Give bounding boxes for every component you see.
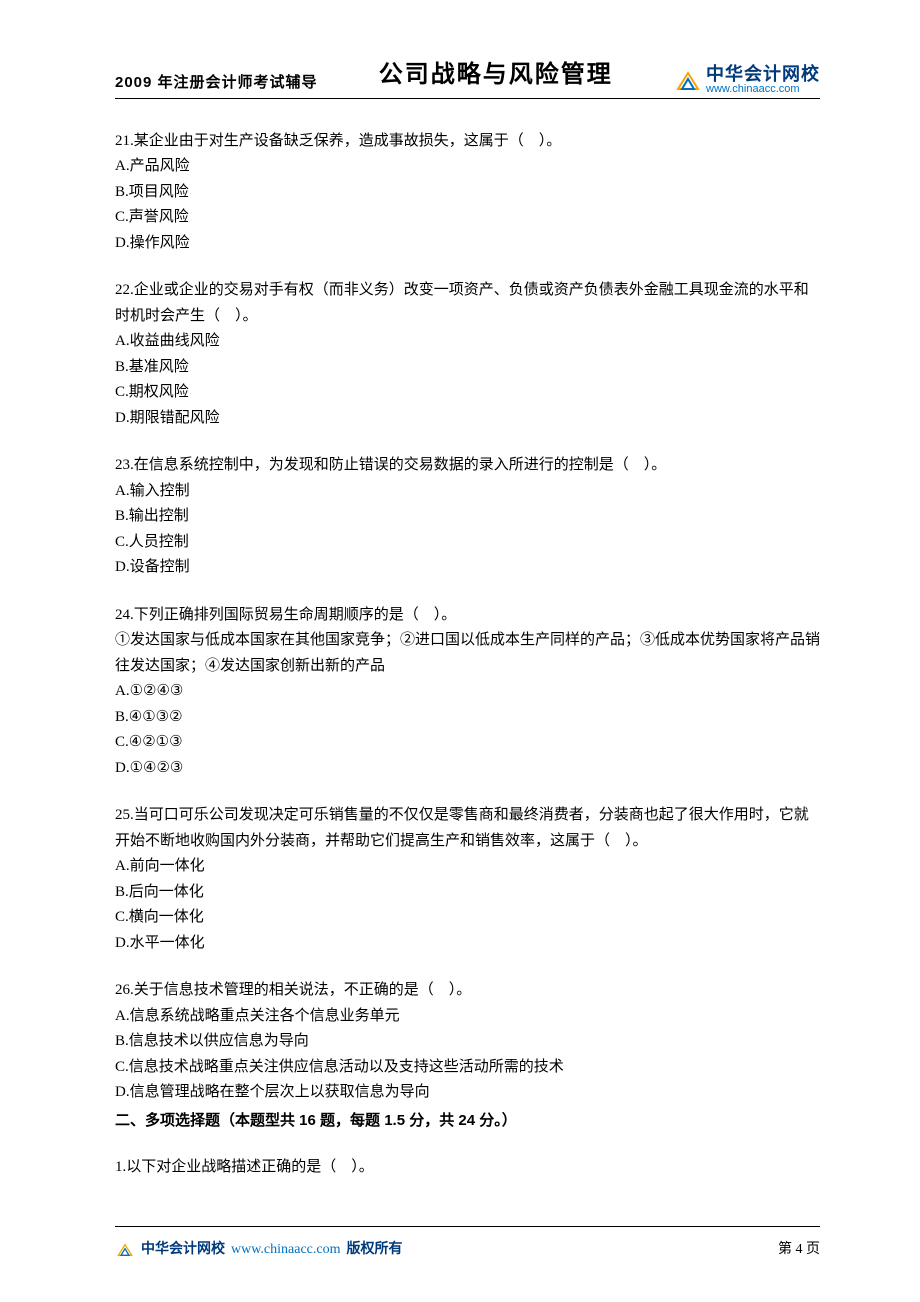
section2-question-1: 1.以下对企业战略描述正确的是（ ）。	[115, 1155, 820, 1181]
question-option: B.信息技术以供应信息为导向	[115, 1029, 820, 1055]
question-option: A.输入控制	[115, 479, 820, 505]
question-stem: 25.当可口可乐公司发现决定可乐销售量的不仅仅是零售商和最终消费者，分装商也起了…	[115, 803, 820, 854]
header-left-text: 2009 年注册会计师考试辅导	[115, 70, 318, 96]
question-23: 23.在信息系统控制中，为发现和防止错误的交易数据的录入所进行的控制是（ ）。 …	[115, 453, 820, 581]
question-option: B.项目风险	[115, 180, 820, 206]
footer-url: www.chinaacc.com	[231, 1238, 340, 1262]
question-extra: ①发达国家与低成本国家在其他国家竞争；②进口国以低成本生产同样的产品；③低成本优…	[115, 628, 820, 679]
question-option: D.信息管理战略在整个层次上以获取信息为导向	[115, 1080, 820, 1106]
question-option: C.横向一体化	[115, 905, 820, 931]
footer-name: 中华会计网校	[141, 1238, 225, 1262]
question-option: D.期限错配风险	[115, 406, 820, 432]
question-option: D.设备控制	[115, 555, 820, 581]
question-option: B.④①③②	[115, 705, 820, 731]
question-option: C.④②①③	[115, 730, 820, 756]
question-option: D.水平一体化	[115, 931, 820, 957]
question-24: 24.下列正确排列国际贸易生命周期顺序的是（ ）。 ①发达国家与低成本国家在其他…	[115, 603, 820, 782]
question-option: B.后向一体化	[115, 880, 820, 906]
question-stem: 24.下列正确排列国际贸易生命周期顺序的是（ ）。	[115, 603, 820, 629]
page-number: 第 4 页	[778, 1238, 820, 1262]
question-26: 26.关于信息技术管理的相关说法，不正确的是（ ）。 A.信息系统战略重点关注各…	[115, 978, 820, 1106]
question-option: C.期权风险	[115, 380, 820, 406]
question-option: B.输出控制	[115, 504, 820, 530]
question-option: D.操作风险	[115, 231, 820, 257]
question-option: C.信息技术战略重点关注供应信息活动以及支持这些活动所需的技术	[115, 1055, 820, 1081]
question-option: D.①④②③	[115, 756, 820, 782]
question-25: 25.当可口可乐公司发现决定可乐销售量的不仅仅是零售商和最终消费者，分装商也起了…	[115, 803, 820, 956]
question-option: B.基准风险	[115, 355, 820, 381]
question-stem: 23.在信息系统控制中，为发现和防止错误的交易数据的录入所进行的控制是（ ）。	[115, 453, 820, 479]
section-2-header: 二、多项选择题（本题型共 16 题，每题 1.5 分，共 24 分。）	[115, 1108, 820, 1134]
footer-logo-icon	[115, 1242, 135, 1258]
question-stem: 26.关于信息技术管理的相关说法，不正确的是（ ）。	[115, 978, 820, 1004]
page-title: 公司战略与风险管理	[318, 55, 674, 96]
question-stem: 21.某企业由于对生产设备缺乏保养，造成事故损失，这属于（ ）。	[115, 129, 820, 155]
page: 2009 年注册会计师考试辅导 公司战略与风险管理 中华会计网校 www.chi…	[0, 0, 920, 1302]
question-option: C.人员控制	[115, 530, 820, 556]
question-option: A.①②④③	[115, 679, 820, 705]
logo-text-cn: 中华会计网校	[706, 65, 820, 84]
question-option: A.产品风险	[115, 154, 820, 180]
header-logo-block: 中华会计网校 www.chinaacc.com	[674, 65, 820, 95]
question-22: 22.企业或企业的交易对手有权（而非义务）改变一项资产、负债或资产负债表外金融工…	[115, 278, 820, 431]
logo-icon	[674, 69, 702, 93]
footer-left: 中华会计网校 www.chinaacc.com 版权所有	[115, 1238, 402, 1262]
logo-text-url: www.chinaacc.com	[706, 84, 820, 96]
page-header: 2009 年注册会计师考试辅导 公司战略与风险管理 中华会计网校 www.chi…	[115, 55, 820, 99]
footer-rights: 版权所有	[346, 1238, 402, 1262]
question-stem: 22.企业或企业的交易对手有权（而非义务）改变一项资产、负债或资产负债表外金融工…	[115, 278, 820, 329]
question-21: 21.某企业由于对生产设备缺乏保养，造成事故损失，这属于（ ）。 A.产品风险 …	[115, 129, 820, 257]
question-option: A.收益曲线风险	[115, 329, 820, 355]
question-option: A.信息系统战略重点关注各个信息业务单元	[115, 1004, 820, 1030]
page-footer: 中华会计网校 www.chinaacc.com 版权所有 第 4 页	[115, 1238, 820, 1262]
footer-divider	[115, 1226, 820, 1227]
question-stem: 1.以下对企业战略描述正确的是（ ）。	[115, 1155, 820, 1181]
question-option: A.前向一体化	[115, 854, 820, 880]
question-option: C.声誉风险	[115, 205, 820, 231]
